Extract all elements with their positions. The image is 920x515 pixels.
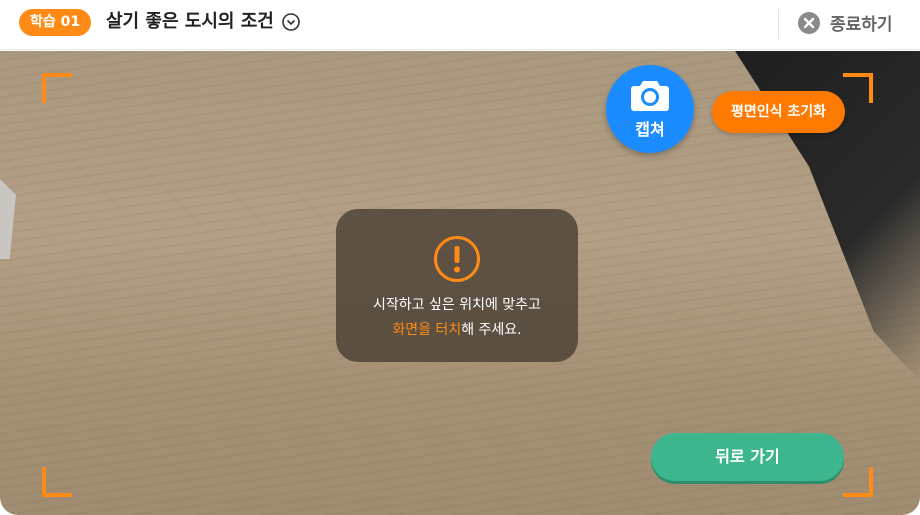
- lesson-badge: 학습 01: [19, 9, 92, 36]
- background-object: [0, 179, 16, 259]
- exit-button[interactable]: 종료하기: [797, 10, 893, 35]
- ar-learning-screen: 학습 01 살기 좋은 도시의 조건 종료하기 캡쳐 평면인식 초기화 시작하고…: [0, 0, 920, 515]
- lesson-title-dropdown[interactable]: 살기 좋은 도시의 조건: [106, 10, 300, 34]
- divider: [778, 9, 779, 39]
- exit-label: 종료하기: [830, 15, 893, 35]
- instruction-line-2-rest: 해 주세요.: [461, 322, 522, 338]
- chevron-down-icon: [282, 13, 300, 31]
- capture-label: 캡쳐: [635, 120, 665, 139]
- close-icon: [798, 11, 820, 34]
- instruction-card: 시작하고 싶은 위치에 맞추고 화면을 터치해 주세요.: [336, 209, 578, 362]
- back-button[interactable]: 뒤로 가기: [651, 433, 844, 481]
- instruction-text: 시작하고 싶은 위치에 맞추고 화면을 터치해 주세요.: [373, 293, 541, 343]
- top-bar: 학습 01 살기 좋은 도시의 조건 종료하기: [0, 0, 920, 50]
- instruction-line-1: 시작하고 싶은 위치에 맞추고: [373, 297, 541, 313]
- frame-corner-top-right: [843, 73, 873, 103]
- lesson-title: 살기 좋은 도시의 조건: [106, 11, 274, 32]
- instruction-highlight: 화면을 터치: [392, 322, 462, 338]
- exclamation-icon: [434, 236, 480, 282]
- camera-icon: [631, 81, 669, 111]
- reset-plane-button[interactable]: 평면인식 초기화: [712, 91, 845, 133]
- camera-view[interactable]: 캡쳐 평면인식 초기화 시작하고 싶은 위치에 맞추고 화면을 터치해 주세요.…: [0, 51, 920, 515]
- instruction-line-2: 화면을 터치해 주세요.: [373, 318, 541, 343]
- frame-corner-bottom-left: [42, 467, 72, 497]
- frame-corner-top-left: [42, 73, 72, 103]
- frame-corner-bottom-right: [843, 467, 873, 497]
- capture-button[interactable]: 캡쳐: [606, 65, 694, 153]
